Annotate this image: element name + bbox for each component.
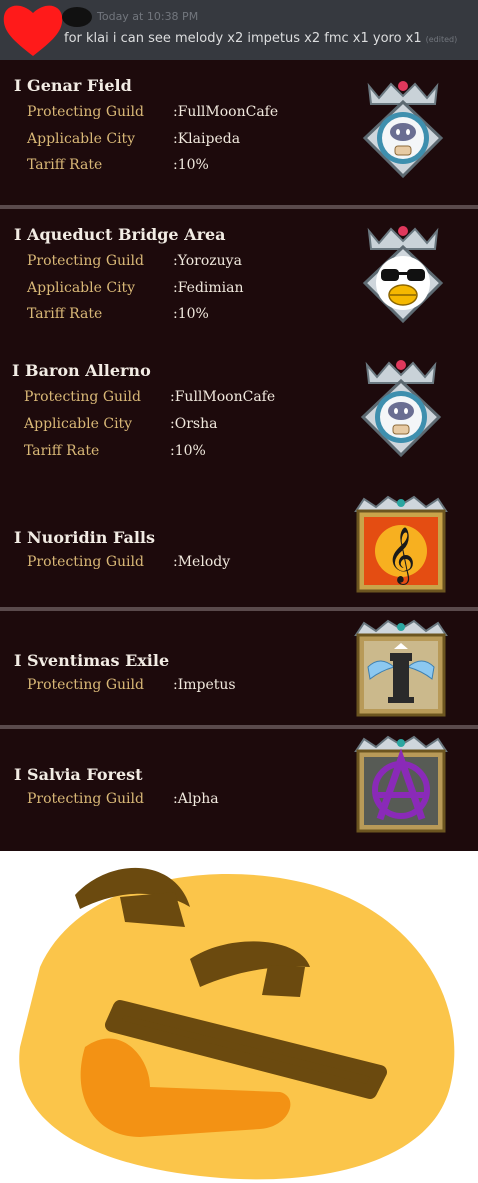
territory-card[interactable]: I Aqueduct Bridge Area Protecting Guild:… (0, 205, 478, 345)
guild-row: Protecting Guild:Yorozuya (27, 253, 242, 269)
message-text: for klai i can see melody x2 impetus x2 … (64, 31, 457, 46)
territory-card[interactable]: I Genar Field Protecting Guild:FullMoonC… (0, 60, 478, 205)
melody-treble-clef-emblem-icon: 𝄞 (350, 495, 452, 597)
city-row: Applicable City:Klaipeda (27, 131, 241, 147)
guild-row: Protecting Guild:Melody (27, 554, 231, 570)
redacted-username (62, 7, 92, 27)
tariff-row: Tariff Rate:10% (27, 306, 209, 322)
tariff-value: 10% (174, 443, 206, 459)
guild-row: Protecting Guild:FullMoonCafe (27, 104, 279, 120)
fullmooncafe-emblem-icon (355, 72, 451, 182)
territory-card[interactable]: I Salvia Forest Protecting Guild:Alpha (0, 725, 478, 851)
territory-name: I Salvia Forest (14, 765, 143, 784)
territory-card[interactable]: I Nuoridin Falls Protecting Guild:Melody… (0, 479, 478, 607)
tariff-value: 10% (177, 157, 209, 173)
edited-tag: (edited) (425, 35, 458, 44)
tariff-row: Tariff Rate:10% (24, 443, 206, 459)
city-value: Klaipeda (177, 131, 241, 147)
city-value: Fedimian (177, 280, 244, 296)
guild-value: Yorozuya (177, 253, 242, 269)
guild-value: Alpha (177, 791, 219, 807)
territory-name: I Baron Allerno (12, 361, 151, 380)
guild-value: Impetus (177, 677, 236, 693)
chat-message: Today at 10:38 PM for klai i can see mel… (0, 0, 478, 60)
territory-name: I Sventimas Exile (14, 651, 170, 670)
message-body: for klai i can see melody x2 impetus x2 … (64, 31, 422, 46)
city-row: Applicable City:Orsha (24, 416, 218, 432)
guild-row: Protecting Guild:Alpha (27, 791, 219, 807)
fullmooncafe-emblem-icon (353, 351, 449, 461)
message-timestamp: Today at 10:38 PM (97, 10, 199, 23)
guild-value: Melody (177, 554, 231, 570)
city-value: Orsha (174, 416, 218, 432)
impetus-winged-tower-emblem-icon (350, 619, 452, 721)
territory-card[interactable]: I Sventimas Exile Protecting Guild:Impet… (0, 607, 478, 729)
yorozuya-penguin-emblem-icon (355, 217, 451, 327)
city-row: Applicable City:Fedimian (27, 280, 244, 296)
heart-avatar-icon[interactable] (2, 2, 64, 58)
thinking-face-icon (19, 867, 455, 1180)
alpha-anarchy-emblem-icon (350, 735, 452, 837)
tariff-row: Tariff Rate:10% (27, 157, 209, 173)
tariff-value: 10% (177, 306, 209, 322)
guild-value: FullMoonCafe (177, 104, 279, 120)
guild-row: Protecting Guild:FullMoonCafe (24, 389, 276, 405)
territory-list: I Genar Field Protecting Guild:FullMoonC… (0, 60, 478, 851)
svg-text:𝄞: 𝄞 (387, 527, 415, 585)
territory-card[interactable]: I Baron Allerno Protecting Guild:FullMoo… (0, 341, 478, 479)
territory-name: I Genar Field (14, 76, 132, 95)
guild-row: Protecting Guild:Impetus (27, 677, 236, 693)
territory-name: I Nuoridin Falls (14, 528, 155, 547)
guild-value: FullMoonCafe (174, 389, 276, 405)
territory-name: I Aqueduct Bridge Area (14, 225, 226, 244)
